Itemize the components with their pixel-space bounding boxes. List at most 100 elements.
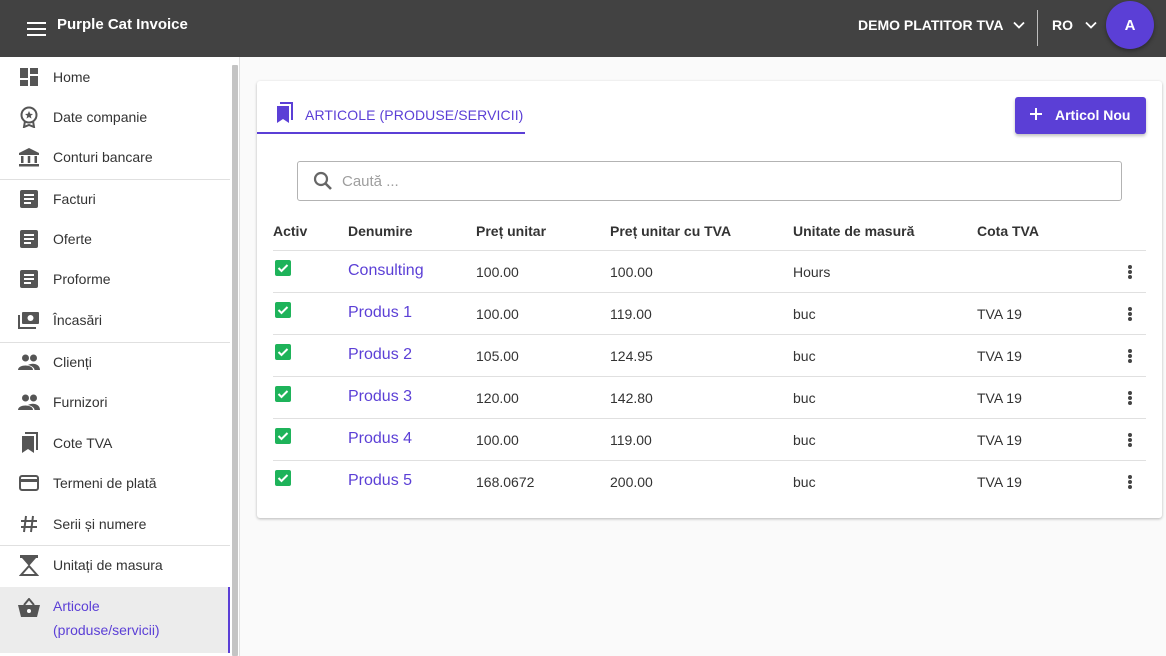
vat-rate: TVA 19 bbox=[977, 432, 1022, 448]
active-checkbox[interactable] bbox=[275, 470, 291, 486]
vat-rate: TVA 19 bbox=[977, 306, 1022, 322]
unit-of-measure: buc bbox=[793, 432, 816, 448]
unit-price: 105.00 bbox=[476, 348, 519, 364]
sidebar-item-furnizori[interactable]: Furnizori bbox=[0, 382, 230, 422]
sidebar-item-unitati-de-masura[interactable]: Unitați de masura bbox=[0, 545, 230, 585]
active-checkbox[interactable] bbox=[275, 428, 291, 444]
sidebar-item-oferte[interactable]: Oferte bbox=[0, 219, 230, 259]
check-icon bbox=[277, 306, 289, 315]
sidebar-item-label: Furnizori bbox=[53, 394, 108, 410]
sidebar-item-home[interactable]: Home bbox=[0, 57, 230, 97]
unit-price: 100.00 bbox=[476, 306, 519, 322]
people-icon bbox=[18, 351, 40, 373]
sidebar-item-label: Clienți bbox=[53, 354, 92, 370]
avatar-initial: A bbox=[1124, 16, 1136, 34]
row-more-options-button[interactable] bbox=[1127, 473, 1133, 491]
column-header-pret-unitar: Preț unitar bbox=[476, 223, 547, 239]
sidebar-item-label: Home bbox=[53, 69, 91, 85]
chevron-down-icon bbox=[1013, 21, 1026, 29]
unit-price: 100.00 bbox=[476, 264, 519, 280]
sidebar-item-proforme[interactable]: Proforme bbox=[0, 259, 230, 299]
article-name-link[interactable]: Produs 5 bbox=[348, 472, 412, 490]
sidebar-item-label: Termeni de plată bbox=[53, 475, 157, 491]
language-selector[interactable]: RO bbox=[1052, 16, 1097, 34]
bookmarks-icon bbox=[18, 432, 40, 454]
article-name-link[interactable]: Consulting bbox=[348, 262, 424, 280]
language-code: RO bbox=[1052, 17, 1073, 33]
sidebar-item-termeni-de-plata[interactable]: Termeni de plată bbox=[0, 463, 230, 503]
plus-icon bbox=[1028, 106, 1044, 125]
active-checkbox[interactable] bbox=[275, 260, 291, 276]
document-icon bbox=[18, 228, 40, 250]
bookmarks-icon bbox=[275, 102, 293, 127]
credit-card-icon bbox=[18, 472, 40, 494]
row-more-options-button[interactable] bbox=[1127, 305, 1133, 323]
price-with-vat: 119.00 bbox=[610, 306, 652, 322]
row-more-options-button[interactable] bbox=[1127, 263, 1133, 281]
sidebar-item-articole[interactable]: Articole (produse/servicii) bbox=[0, 587, 230, 653]
scale-icon bbox=[18, 554, 40, 576]
unit-of-measure: buc bbox=[793, 474, 816, 490]
article-name-link[interactable]: Produs 4 bbox=[348, 430, 412, 448]
search-input[interactable] bbox=[342, 170, 1102, 192]
row-more-options-button[interactable] bbox=[1127, 431, 1133, 449]
top-app-bar: Purple Cat Invoice DEMO PLATITOR TVA RO … bbox=[0, 0, 1166, 57]
row-more-options-button[interactable] bbox=[1127, 389, 1133, 407]
article-name-link[interactable]: Produs 3 bbox=[348, 388, 412, 406]
search-box bbox=[297, 161, 1122, 201]
sidebar-scrollbar[interactable] bbox=[232, 65, 238, 656]
hamburger-icon bbox=[27, 22, 46, 36]
check-icon bbox=[277, 264, 289, 273]
document-icon bbox=[18, 268, 40, 290]
sidebar-item-cote-tva[interactable]: Cote TVA bbox=[0, 423, 230, 463]
check-icon bbox=[277, 474, 289, 483]
active-checkbox[interactable] bbox=[275, 302, 291, 318]
check-icon bbox=[277, 432, 289, 441]
price-with-vat: 100.00 bbox=[610, 264, 653, 280]
sidebar-item-serii-si-numere[interactable]: Serii și numere bbox=[0, 504, 230, 544]
column-header-cota-tva: Cota TVA bbox=[977, 223, 1039, 239]
sidebar-item-clienti[interactable]: Clienți bbox=[0, 342, 230, 382]
vat-rate: TVA 19 bbox=[977, 474, 1022, 490]
sidebar-item-label: Articole (produse/servicii) bbox=[53, 598, 160, 638]
sidebar-item-label: Serii și numere bbox=[53, 516, 147, 532]
check-icon bbox=[277, 348, 289, 357]
sidebar-item-facturi[interactable]: Facturi bbox=[0, 179, 230, 219]
vat-rate: TVA 19 bbox=[977, 390, 1022, 406]
article-name-link[interactable]: Produs 2 bbox=[348, 346, 412, 364]
company-name: DEMO PLATITOR TVA bbox=[858, 17, 1004, 33]
price-with-vat: 142.80 bbox=[610, 390, 653, 406]
hamburger-menu-button[interactable] bbox=[22, 14, 52, 44]
money-icon bbox=[18, 309, 40, 331]
dashboard-icon bbox=[18, 66, 40, 88]
tab-label: ARTICOLE (PRODUSE/SERVICII) bbox=[305, 107, 524, 123]
sidebar-item-label: Date companie bbox=[53, 109, 148, 125]
sidebar-item-incasari[interactable]: Încasări bbox=[0, 300, 230, 340]
company-selector[interactable]: DEMO PLATITOR TVA bbox=[858, 16, 1026, 34]
table-row: Produs 3 120.00 142.80 buc TVA 19 bbox=[273, 376, 1146, 418]
active-checkbox[interactable] bbox=[275, 344, 291, 360]
app-title: Purple Cat Invoice bbox=[57, 16, 188, 33]
award-badge-icon bbox=[18, 106, 40, 128]
row-more-options-button[interactable] bbox=[1127, 347, 1133, 365]
bank-icon bbox=[18, 146, 40, 168]
sidebar-item-label: Proforme bbox=[53, 271, 111, 287]
sidebar-item-conturi-bancare[interactable]: Conturi bancare bbox=[0, 137, 230, 177]
vat-rate: TVA 19 bbox=[977, 348, 1022, 364]
active-checkbox[interactable] bbox=[275, 386, 291, 402]
sidebar-item-label: Oferte bbox=[53, 231, 92, 247]
add-article-button[interactable]: Articol Nou bbox=[1015, 97, 1146, 134]
article-name-link[interactable]: Produs 1 bbox=[348, 304, 412, 322]
unit-of-measure: Hours bbox=[793, 264, 831, 280]
table-row: Produs 1 100.00 119.00 buc TVA 19 bbox=[273, 292, 1146, 334]
people-icon bbox=[18, 391, 40, 413]
table-row: Produs 2 105.00 124.95 buc TVA 19 bbox=[273, 334, 1146, 376]
tab-articole[interactable]: ARTICOLE (PRODUSE/SERVICII) bbox=[257, 97, 525, 134]
sidebar-item-date-companie[interactable]: Date companie bbox=[0, 97, 230, 137]
table-row: Consulting 100.00 100.00 Hours bbox=[273, 250, 1146, 292]
toolbar-divider bbox=[1037, 10, 1038, 46]
column-header-denumire: Denumire bbox=[348, 223, 413, 239]
unit-price: 100.00 bbox=[476, 432, 519, 448]
user-avatar-button[interactable]: A bbox=[1106, 1, 1154, 49]
basket-icon bbox=[18, 597, 40, 619]
